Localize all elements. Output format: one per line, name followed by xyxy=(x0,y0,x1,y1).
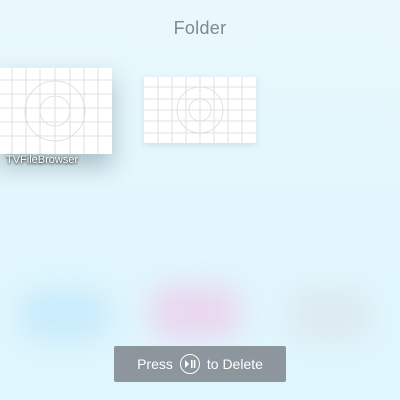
play-pause-icon xyxy=(179,354,200,374)
app-tile-tvfilebrowser[interactable] xyxy=(0,68,112,154)
app-placeholder-icon xyxy=(144,77,256,143)
folder-title: Folder xyxy=(173,18,227,38)
blurred-app-icon xyxy=(290,290,370,340)
app-tile[interactable] xyxy=(144,77,256,143)
blurred-app-icon xyxy=(150,285,240,340)
hint-prefix: Press xyxy=(137,356,173,372)
delete-hint-banner: Press to Delete xyxy=(114,346,286,382)
dock-strip xyxy=(0,386,400,400)
background xyxy=(0,0,400,400)
blurred-app-icon xyxy=(20,290,110,340)
header-divider xyxy=(0,50,400,51)
hint-suffix: to Delete xyxy=(206,356,263,372)
app-tile-label: TVFileBrowser xyxy=(6,154,79,166)
app-placeholder-icon xyxy=(0,68,112,154)
